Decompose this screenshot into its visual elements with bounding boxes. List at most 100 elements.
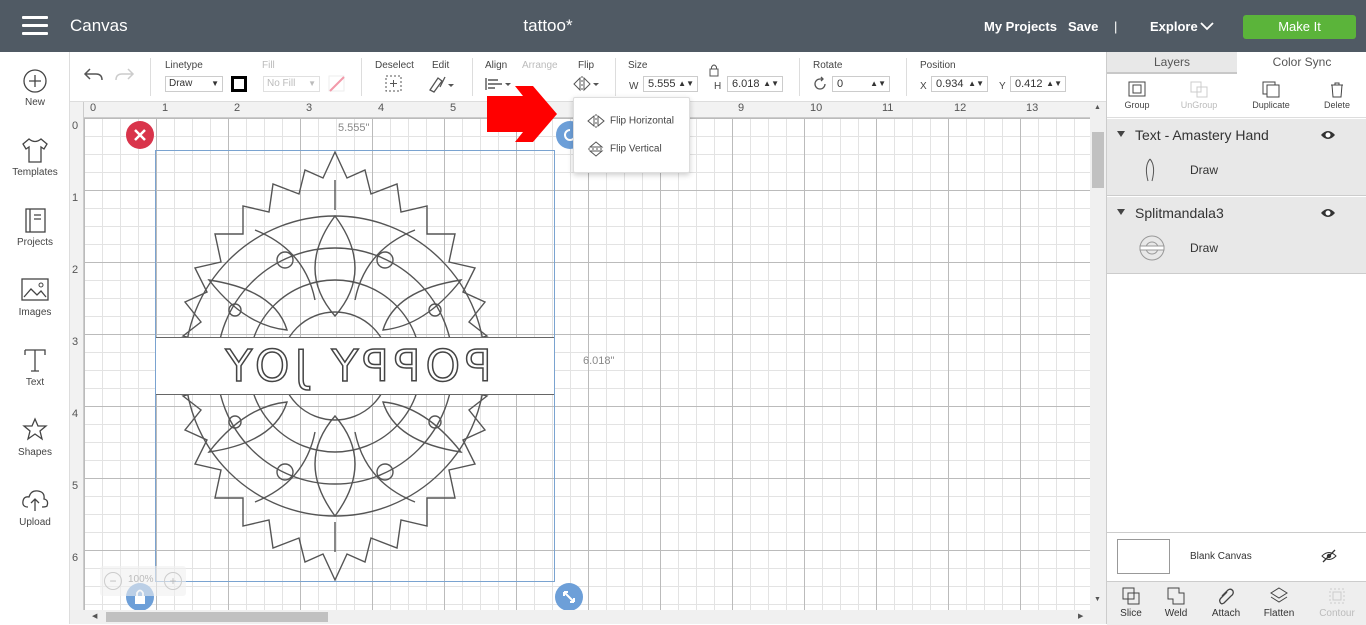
ruler-tick: 3: [306, 102, 313, 114]
vertical-scrollbar[interactable]: ▲ ▼: [1090, 102, 1106, 624]
flip-icon[interactable]: [572, 74, 602, 94]
align-label: Align: [485, 60, 508, 71]
flip-vertical-option[interactable]: Flip Vertical: [586, 141, 662, 157]
bottom-tools: Slice Weld Attach Flatten Contour: [1107, 581, 1366, 625]
contour-button: Contour: [1313, 586, 1361, 619]
edit-toolbar: Linetype Draw ▼ Fill No Fill ▼ Deselect Ed…: [70, 52, 1106, 102]
size-label: Size: [628, 60, 648, 71]
mandala-thumb-icon: [1139, 235, 1165, 261]
flip-horizontal-option[interactable]: Flip Horizontal: [586, 113, 674, 129]
weld-button[interactable]: Weld: [1152, 586, 1200, 619]
ruler-tick: 2: [234, 102, 241, 114]
top-bar: Canvas tattoo* My Projects Save | Explor…: [0, 0, 1366, 52]
edit-tools-icon[interactable]: [428, 74, 454, 94]
document-title: tattoo*: [523, 16, 573, 35]
chevron-down-icon[interactable]: [1200, 22, 1214, 31]
caret-down-icon[interactable]: [1117, 131, 1125, 137]
tab-layers[interactable]: Layers: [1107, 52, 1237, 74]
flatten-button[interactable]: Flatten: [1255, 586, 1303, 619]
sidebar-label: Projects: [16, 237, 54, 248]
sidebar-item-new[interactable]: New: [0, 68, 70, 108]
sidebar-item-text[interactable]: Text: [0, 346, 70, 388]
eye-icon[interactable]: [1320, 129, 1336, 141]
sidebar-item-upload[interactable]: Upload: [0, 486, 70, 528]
flip-dropdown-menu: Flip Horizontal Flip Vertical: [573, 97, 690, 173]
lock-icon[interactable]: [707, 63, 721, 77]
sidebar-item-templates[interactable]: Templates: [0, 136, 70, 178]
text-icon: [24, 349, 46, 372]
ruler-tick: 10: [810, 102, 823, 114]
bottom-panel: Blank Canvas Slice Weld Attach Flatten C…: [1107, 532, 1366, 625]
ungroup-icon: [1190, 81, 1208, 98]
ruler-tick: 4: [72, 408, 79, 420]
explore-dropdown[interactable]: Explore: [1150, 19, 1198, 34]
sidebar-label: Text: [25, 377, 45, 388]
x-label: X: [920, 81, 927, 92]
redo-icon[interactable]: [114, 66, 136, 84]
eye-hidden-icon[interactable]: [1321, 549, 1337, 563]
layer-title: Text - Amastery Hand: [1135, 127, 1269, 143]
flip-horizontal-icon: [587, 114, 605, 128]
arrange-label: Arrange: [522, 60, 558, 71]
delete-handle-icon[interactable]: [125, 120, 155, 150]
rotate-icon: [814, 76, 826, 90]
y-position-input[interactable]: 0.412 ▲▼: [1010, 76, 1066, 92]
tshirt-icon: [22, 138, 48, 163]
make-it-button[interactable]: Make It: [1243, 15, 1356, 39]
ruler-tick: 5: [72, 480, 79, 492]
ruler-tick: 9: [738, 102, 745, 114]
rotate-input[interactable]: 0 ▲▼: [832, 76, 890, 92]
ruler-tick: 1: [72, 192, 79, 204]
deselect-icon[interactable]: [384, 74, 404, 94]
sidebar-item-images[interactable]: Images: [0, 276, 70, 318]
duplicate-button[interactable]: Duplicate: [1241, 80, 1301, 110]
my-projects-link[interactable]: My Projects: [984, 19, 1057, 34]
sidebar-label: Upload: [19, 517, 51, 528]
sidebar-item-projects[interactable]: Projects: [0, 206, 70, 248]
layer-operation: Draw: [1190, 241, 1219, 255]
height-input[interactable]: 6.018 ▲▼: [727, 76, 783, 92]
fill-label: Fill: [262, 60, 275, 71]
book-icon: [25, 208, 46, 233]
blank-canvas-swatch[interactable]: [1117, 539, 1170, 574]
linetype-select[interactable]: Draw ▼: [165, 76, 223, 92]
delete-button[interactable]: Delete: [1307, 80, 1366, 110]
ruler-tick: 0: [72, 120, 79, 132]
attach-button[interactable]: Attach: [1202, 586, 1250, 619]
zoom-value: 100%: [128, 574, 154, 585]
height-label: H: [714, 81, 722, 92]
sidebar-item-shapes[interactable]: Shapes: [0, 416, 70, 458]
group-button[interactable]: Group: [1107, 80, 1167, 110]
zoom-control: − 100% +: [100, 566, 186, 596]
duplicate-icon: [1262, 81, 1280, 98]
horizontal-scrollbar[interactable]: ◀ ▶: [70, 610, 1090, 624]
width-input[interactable]: 5.555 ▲▼: [643, 76, 698, 92]
flatten-icon: [1270, 587, 1288, 603]
caret-down-icon[interactable]: [1117, 209, 1125, 215]
layer-group-mandala[interactable]: Splitmandala3 Draw: [1107, 197, 1366, 274]
line-color-swatch[interactable]: [231, 76, 247, 92]
layer-operation: Draw: [1190, 163, 1219, 177]
eye-icon[interactable]: [1320, 207, 1336, 219]
ruler-tick: 1: [162, 102, 169, 114]
paperclip-icon: [1219, 588, 1234, 605]
slice-button[interactable]: Slice: [1107, 586, 1155, 619]
rotate-label: Rotate: [813, 60, 843, 71]
blank-canvas-label: Blank Canvas: [1190, 551, 1252, 562]
undo-icon[interactable]: [82, 66, 104, 84]
image-icon: [21, 278, 49, 301]
x-position-input[interactable]: 0.934 ▲▼: [931, 76, 988, 92]
resize-handle-icon[interactable]: [554, 582, 584, 610]
save-button[interactable]: Save: [1068, 19, 1098, 34]
fill-select: No Fill ▼: [263, 76, 320, 92]
sidebar-label: Shapes: [18, 447, 52, 458]
tab-color-sync[interactable]: Color Sync: [1237, 52, 1366, 74]
layer-group-text[interactable]: Text - Amastery Hand Draw: [1107, 119, 1366, 196]
design-canvas[interactable]: 0 1 2 3 4 5 6 7 8 9 10 11 12 13 0 1 2 3 …: [70, 102, 1090, 610]
shapes-icon: [22, 417, 48, 441]
ruler-tick: 13: [1026, 102, 1039, 114]
sidebar-label: Images: [18, 307, 52, 318]
zoom-out-button[interactable]: −: [104, 572, 122, 590]
deselect-label: Deselect: [375, 60, 414, 71]
zoom-in-button[interactable]: +: [164, 572, 182, 590]
